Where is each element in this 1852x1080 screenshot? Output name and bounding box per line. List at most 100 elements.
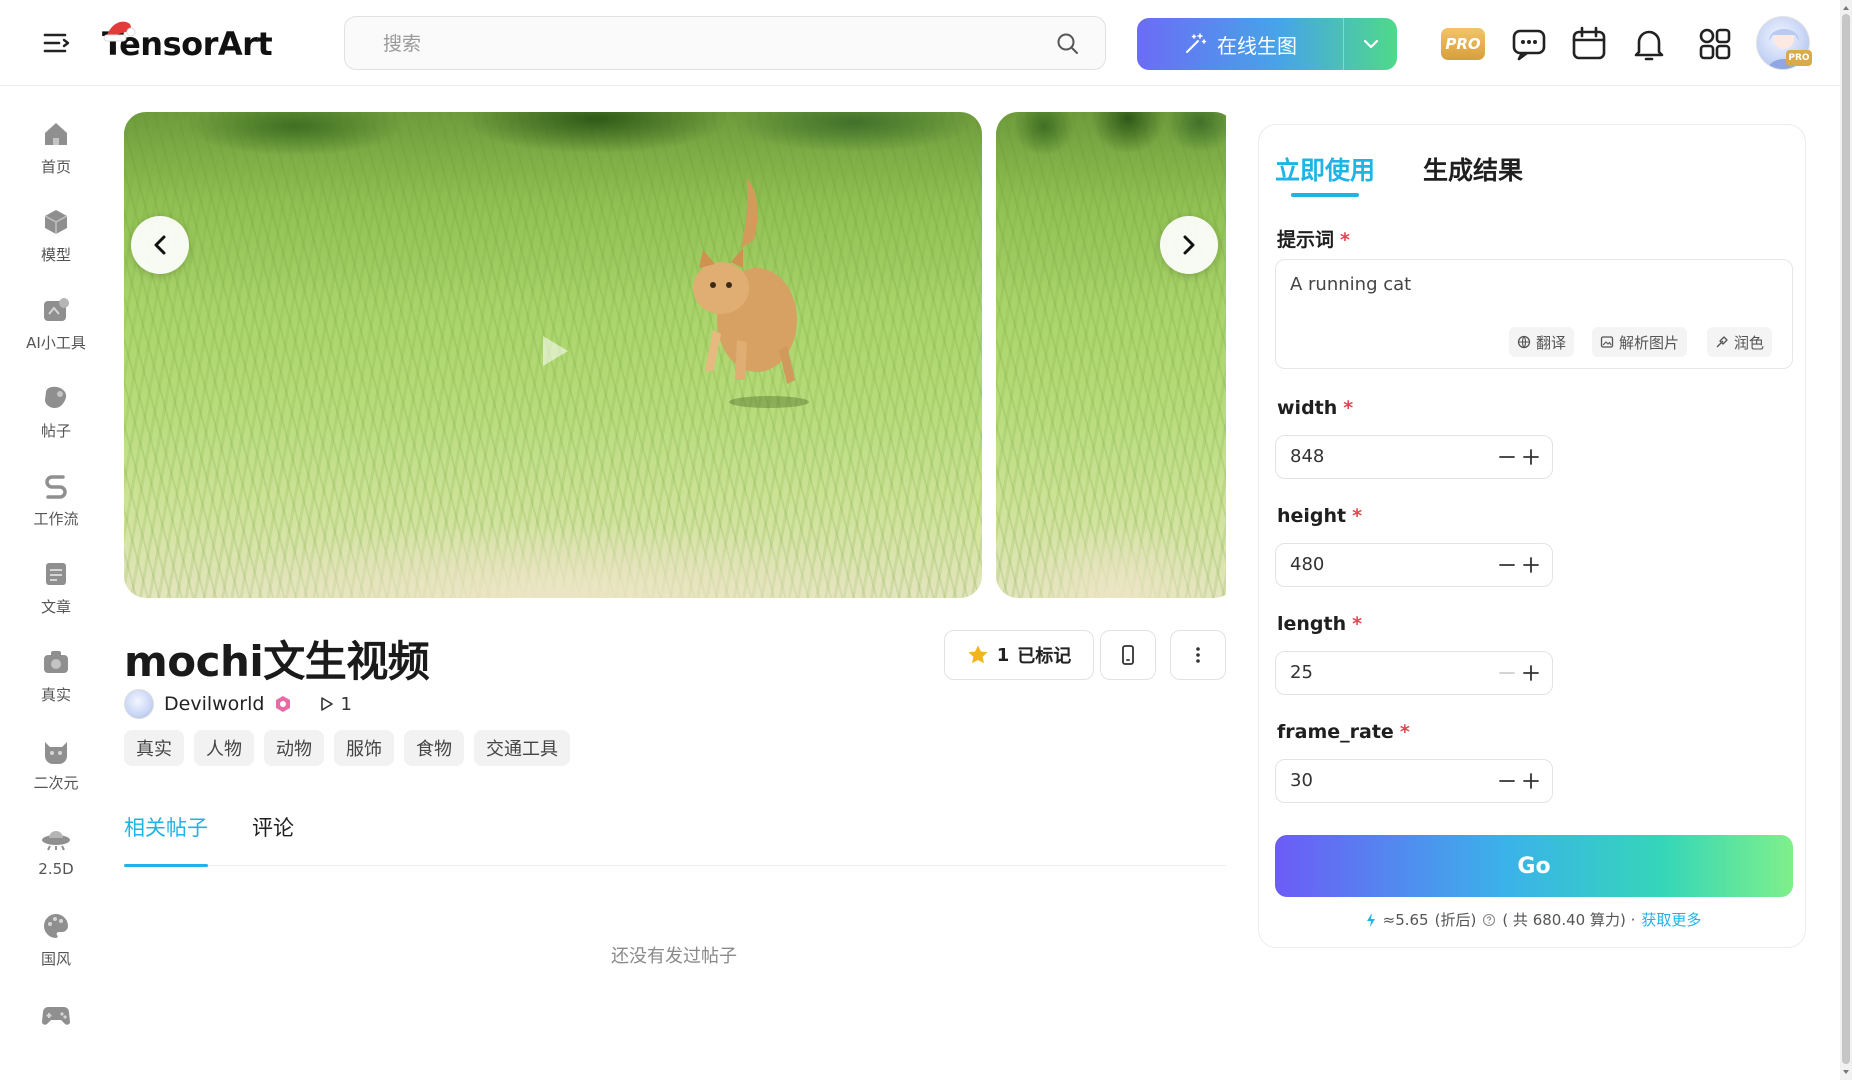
sidebar-item-label: 国风 (40, 950, 71, 968)
mobile-view-button[interactable] (1100, 630, 1156, 680)
favorite-button[interactable]: 1 已标记 (944, 630, 1094, 680)
sidebar-item-articles[interactable]: 文章 (16, 552, 96, 626)
tag-chip[interactable]: 食物 (404, 730, 464, 766)
tag-chip[interactable]: 交通工具 (474, 730, 570, 766)
sidebar-item-ai-tools[interactable]: AI小工具 (16, 288, 96, 362)
tab-use-now[interactable]: 立即使用 (1275, 151, 1375, 197)
author-row: Devilworld 1 (124, 688, 352, 720)
sidebar-item-realistic[interactable]: 真实 (16, 640, 96, 714)
height-value[interactable]: 480 (1290, 554, 1324, 575)
ufo-icon (42, 831, 70, 851)
frame-rate-value[interactable]: 30 (1290, 770, 1313, 791)
minus-icon-disabled[interactable] (1496, 662, 1518, 684)
minus-icon[interactable] (1496, 446, 1518, 468)
sidebar-item-games[interactable] (16, 992, 96, 1066)
go-button[interactable]: Go (1275, 835, 1793, 897)
brush-icon (1716, 336, 1728, 348)
cat-figure (693, 178, 809, 408)
play-outline-icon (321, 697, 334, 711)
author-name[interactable]: Devilworld (164, 693, 264, 715)
carousel-next-button[interactable] (1160, 216, 1218, 274)
height-stepper[interactable]: 480 (1275, 543, 1553, 587)
author-avatar[interactable] (124, 689, 154, 719)
camera-icon (44, 651, 68, 673)
search-bar[interactable] (344, 16, 1106, 70)
online-generate-button[interactable]: 在线生图 (1137, 18, 1397, 70)
avatar-pro-badge: PRO (1786, 50, 1812, 66)
help-icon[interactable] (1482, 913, 1496, 927)
video-slide-next[interactable] (996, 112, 1226, 598)
search-input[interactable] (383, 29, 1023, 59)
frame-rate-stepper[interactable]: 30 (1275, 759, 1553, 803)
content-tabs: 相关帖子 评论 (124, 812, 1226, 867)
analyze-image-button[interactable]: 解析图片 (1592, 327, 1688, 357)
cost-total: ( 共 680.40 算力) · (1502, 911, 1636, 929)
plus-icon[interactable] (1520, 770, 1542, 792)
search-icon[interactable] (1055, 31, 1081, 57)
sidebar-item-anime[interactable]: 二次元 (16, 728, 96, 802)
tab-related-posts[interactable]: 相关帖子 (124, 812, 208, 867)
translate-button[interactable]: 翻译 (1509, 327, 1575, 357)
sidebar-item-label: 首页 (40, 158, 71, 176)
online-generate-main[interactable]: 在线生图 (1137, 18, 1343, 70)
anime-cat-icon (45, 742, 67, 764)
sidebar-item-home[interactable]: 首页 (16, 112, 96, 186)
workflow-icon (45, 475, 67, 499)
menu-toggle-icon[interactable] (42, 30, 72, 56)
tag-chip[interactable]: 人物 (194, 730, 254, 766)
plus-icon[interactable] (1520, 446, 1542, 468)
width-stepper[interactable]: 848 (1275, 435, 1553, 479)
santa-hat-icon (103, 21, 136, 42)
scrollbar-thumb[interactable] (1842, 14, 1850, 1064)
tools-icon (44, 298, 69, 321)
tag-chip[interactable]: 真实 (124, 730, 184, 766)
prompt-label: 提示词 * (1277, 229, 1350, 251)
tag-chip[interactable]: 服饰 (334, 730, 394, 766)
calendar-icon[interactable] (1569, 24, 1609, 64)
sidebar-item-models[interactable]: 模型 (16, 200, 96, 274)
plus-icon[interactable] (1520, 662, 1542, 684)
lightning-icon (1366, 912, 1375, 927)
message-icon[interactable] (1509, 24, 1549, 64)
media-carousel (124, 112, 1226, 598)
cost-info: ≈5.65 (折后) ( 共 680.40 算力) · 获取更多 (1259, 909, 1807, 930)
globe-icon (1517, 335, 1531, 349)
chevron-down-icon (1363, 39, 1378, 49)
page-title: mochi文生视频 (124, 637, 430, 686)
prompt-value: A running cat (1290, 274, 1412, 295)
apps-grid-icon[interactable] (1695, 24, 1735, 64)
sidebar-item-2-5d[interactable]: 2.5D (16, 816, 96, 890)
home-icon (45, 123, 67, 145)
tab-comments[interactable]: 评论 (252, 812, 294, 866)
length-value[interactable]: 25 (1290, 662, 1313, 683)
play-icon[interactable] (540, 334, 570, 368)
tag-list: 真实 人物 动物 服饰 食物 交通工具 (124, 730, 570, 766)
image-icon (1600, 336, 1614, 348)
page-scrollbar[interactable] (1840, 0, 1852, 1080)
plus-icon[interactable] (1520, 554, 1542, 576)
polish-button[interactable]: 润色 (1707, 327, 1773, 357)
sidebar-item-workflow[interactable]: 工作流 (16, 464, 96, 538)
pro-badge[interactable]: PRO (1441, 28, 1485, 60)
length-stepper[interactable]: 25 (1275, 651, 1553, 695)
sidebar-item-guofeng[interactable]: 国风 (16, 904, 96, 978)
tab-results[interactable]: 生成结果 (1423, 151, 1523, 187)
width-value[interactable]: 848 (1290, 446, 1324, 467)
minus-icon[interactable] (1496, 770, 1518, 792)
tensorart-logo[interactable]: TensorArt (102, 18, 273, 70)
frame-rate-label: frame_rate * (1277, 721, 1410, 743)
scroll-down-arrow-icon[interactable] (1842, 1068, 1850, 1076)
sidebar: 首页 模型 AI小工具 帖子 工作流 文章 真实 二次元 2.5D 国风 (0, 86, 112, 1080)
top-bar: TensorArt 在线生图 PRO PRO (0, 0, 1840, 86)
minus-icon[interactable] (1496, 554, 1518, 576)
generate-dropdown-button[interactable] (1343, 18, 1397, 70)
scroll-up-arrow-icon[interactable] (1842, 4, 1850, 12)
phone-icon (1122, 645, 1134, 665)
tag-chip[interactable]: 动物 (264, 730, 324, 766)
carousel-prev-button[interactable] (131, 216, 189, 274)
sidebar-item-posts[interactable]: 帖子 (16, 376, 96, 450)
bell-icon[interactable] (1629, 24, 1669, 64)
get-more-link[interactable]: 获取更多 (1641, 909, 1701, 930)
video-slide[interactable] (124, 112, 982, 598)
more-options-button[interactable] (1170, 630, 1226, 680)
